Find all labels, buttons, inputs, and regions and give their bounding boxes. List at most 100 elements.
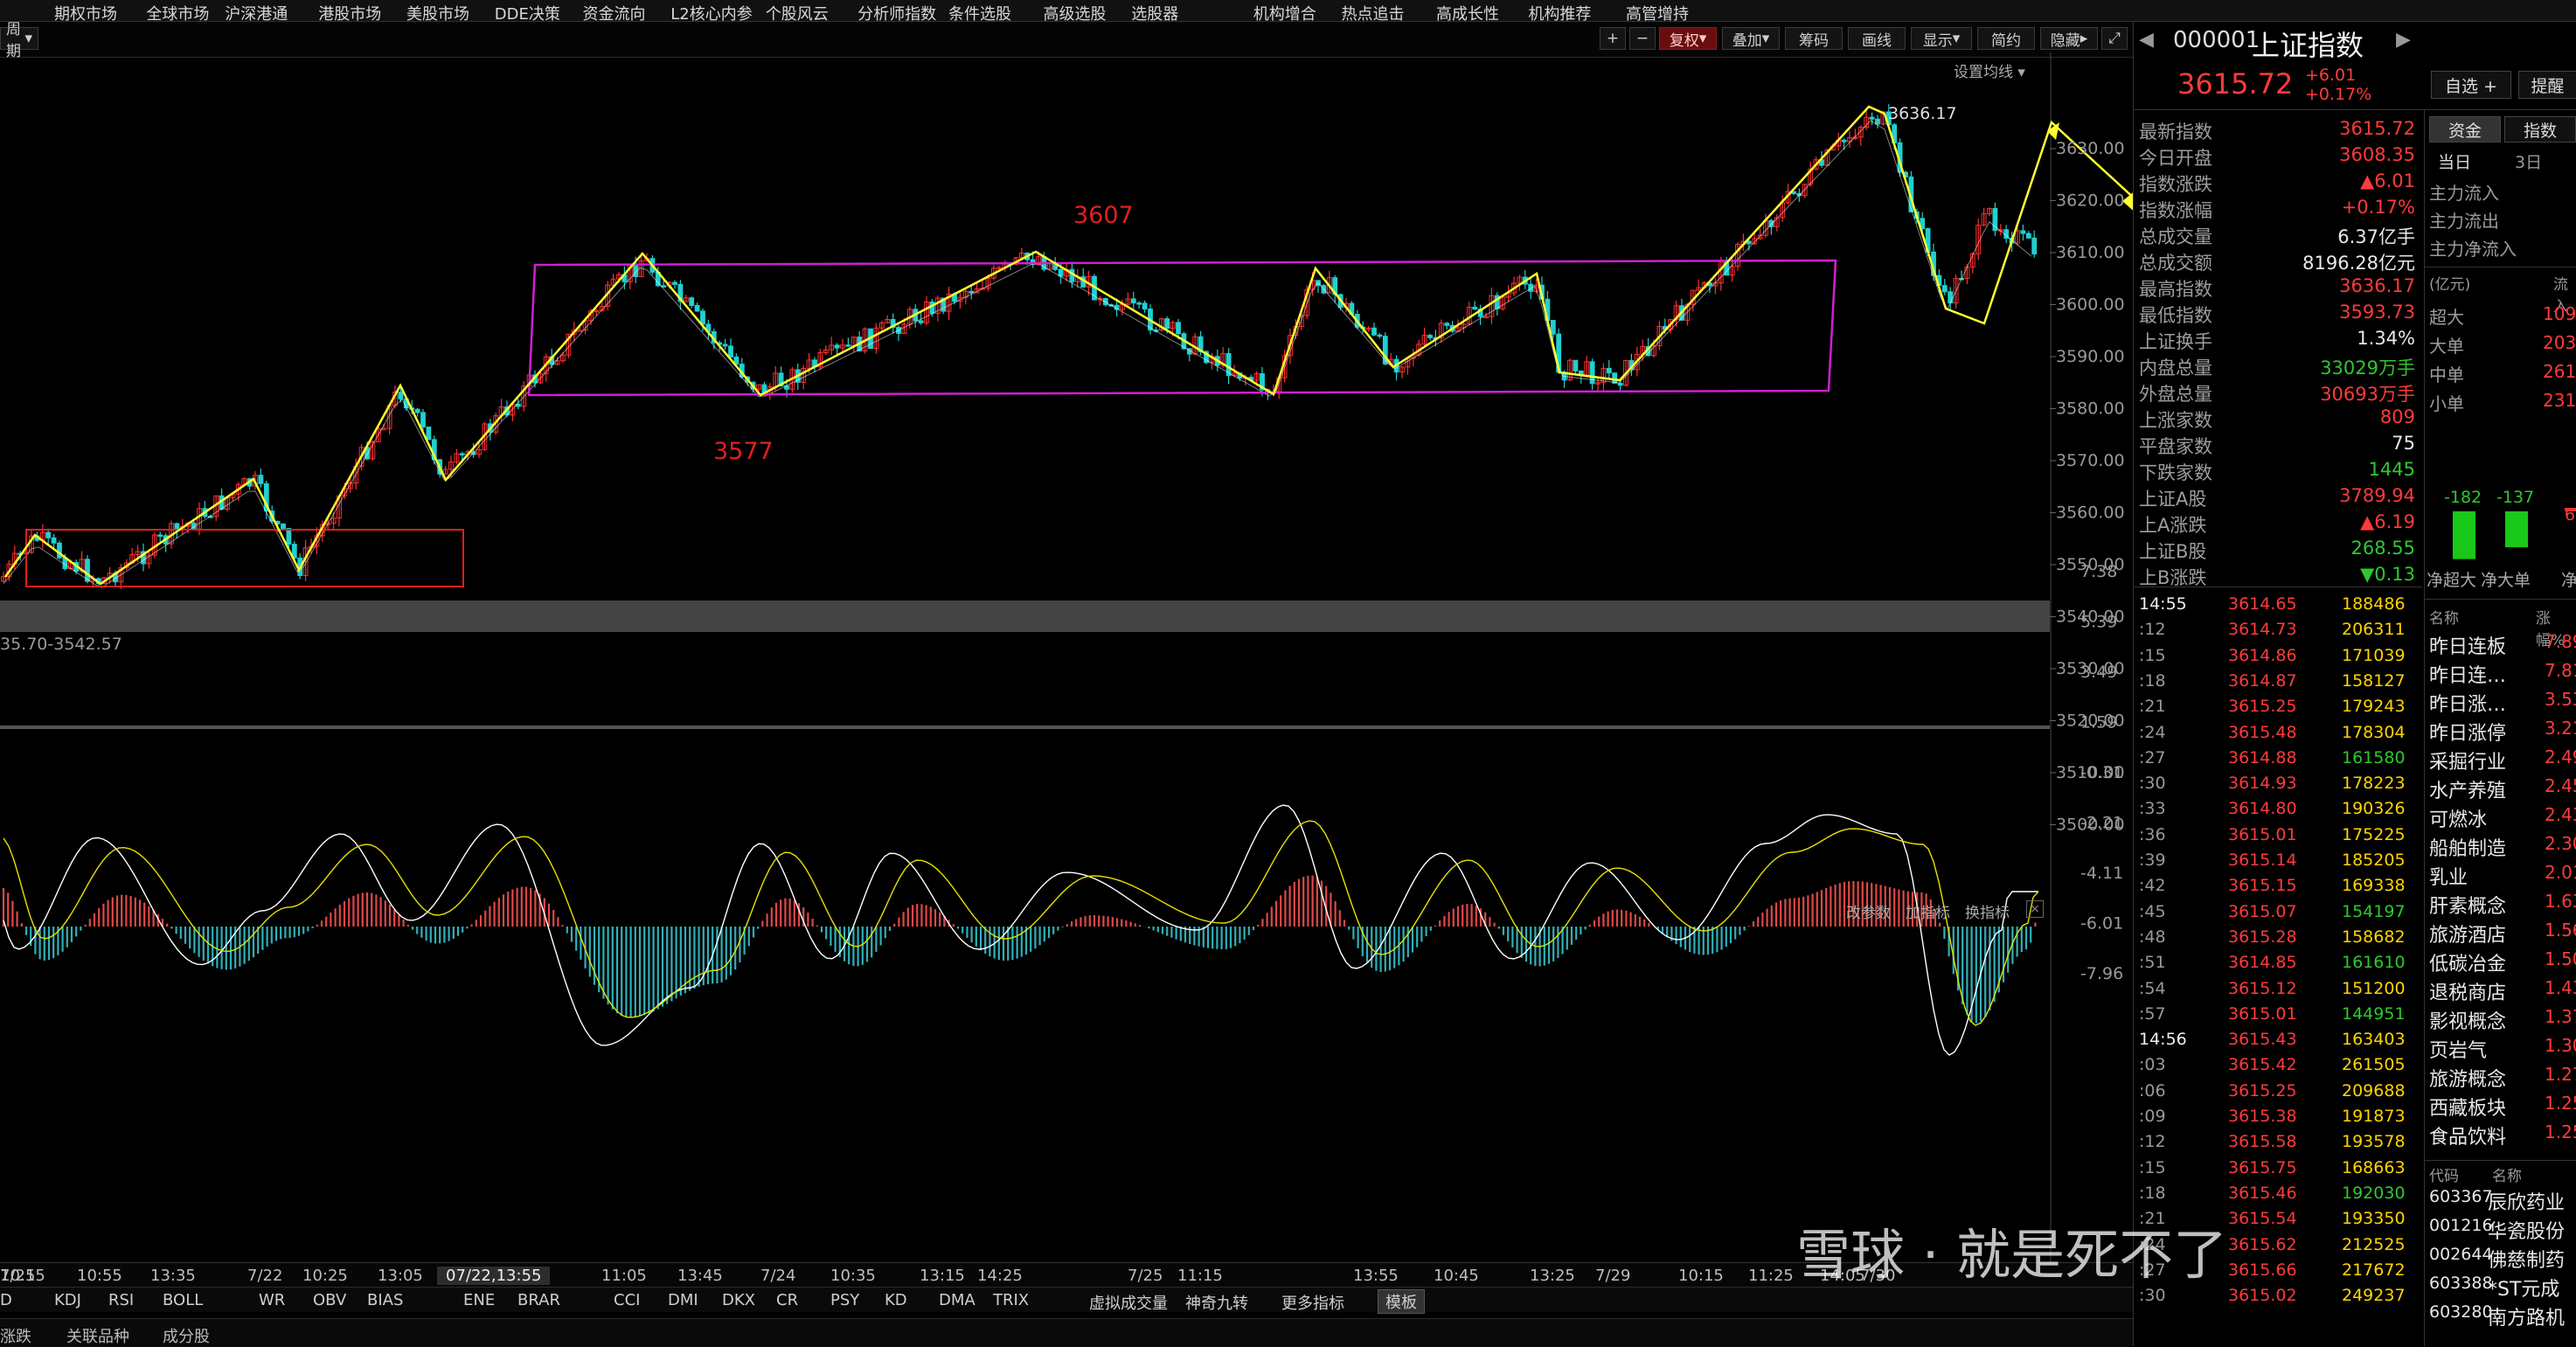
indicator-tab[interactable]: RSI bbox=[108, 1291, 134, 1309]
indicator-tab[interactable]: DMI bbox=[668, 1291, 698, 1309]
close-icon[interactable]: × bbox=[2026, 900, 2044, 918]
add-indicator-button[interactable]: 加指标 bbox=[1906, 900, 1950, 922]
tick-price: 3615.12 bbox=[2228, 978, 2297, 998]
kline-chart[interactable]: 3636.17 3607 3577 35.70-3542.57 3630.00 3… bbox=[0, 52, 2133, 1262]
switch-indicator-button[interactable]: 换指标 bbox=[1965, 900, 2010, 922]
indicator-tab[interactable]: CCI bbox=[614, 1291, 640, 1309]
tick-time: :45 bbox=[2139, 901, 2166, 921]
candlestick-series bbox=[1, 104, 2038, 590]
indicator-tab[interactable]: BIAS bbox=[367, 1291, 403, 1309]
add-watchlist-button[interactable]: 自选 + bbox=[2431, 71, 2511, 99]
indicator-tab[interactable]: KD bbox=[885, 1291, 907, 1309]
next-stock-icon[interactable]: ▶ bbox=[2396, 29, 2411, 51]
stock-name-cell[interactable]: 华瓷股份 bbox=[2488, 1216, 2565, 1244]
order-size-value: 203 bbox=[2543, 332, 2576, 353]
sector-name[interactable]: 页岩气 bbox=[2429, 1035, 2487, 1063]
tab-3day[interactable]: 3日 bbox=[2515, 149, 2542, 173]
sector-name[interactable]: 昨日连… bbox=[2429, 660, 2506, 688]
stock-name-cell[interactable]: *ST元成 bbox=[2488, 1274, 2559, 1302]
indicator-tab[interactable]: D bbox=[0, 1291, 12, 1309]
stock-header-code: 代码 bbox=[2429, 1168, 2459, 1185]
sector-pct: 1.50 bbox=[2545, 948, 2576, 969]
indicator-tab[interactable]: 神奇九转 bbox=[1185, 1291, 1248, 1314]
tab-funds[interactable]: 资金 bbox=[2429, 116, 2501, 142]
sector-name[interactable]: 可燃冰 bbox=[2429, 804, 2487, 832]
date-axis-label: 10:25 bbox=[302, 1267, 348, 1285]
hide-button[interactable]: 隐藏 ▸ bbox=[2040, 27, 2098, 50]
stock-code-cell[interactable]: 002644 bbox=[2429, 1245, 2493, 1264]
display-button[interactable]: 显示 ▾ bbox=[1911, 27, 1972, 50]
tick-price: 3614.86 bbox=[2228, 645, 2297, 665]
simple-button[interactable]: 简约 bbox=[1977, 27, 2035, 50]
macd-axis-label: -2.21 bbox=[2080, 814, 2123, 833]
prev-stock-icon[interactable]: ◀ bbox=[2139, 29, 2154, 51]
quote-field-value: 3608.35 bbox=[2339, 144, 2415, 165]
quote-field-label: 内盘总量 bbox=[2139, 358, 2212, 378]
stock-name-cell[interactable]: 佛慈制药 bbox=[2488, 1245, 2565, 1273]
tab-index[interactable]: 指数 bbox=[2504, 116, 2576, 142]
indicator-tab[interactable]: 模板 bbox=[1378, 1289, 1425, 1314]
indicator-tab[interactable]: DKX bbox=[722, 1291, 755, 1309]
stock-code-cell[interactable]: 603280 bbox=[2429, 1302, 2493, 1322]
sector-name[interactable]: 乳业 bbox=[2429, 862, 2468, 890]
sector-name[interactable]: 船舶制造 bbox=[2429, 833, 2506, 861]
date-axis-label: 11:05 bbox=[601, 1267, 647, 1285]
sector-name[interactable]: 昨日涨… bbox=[2429, 689, 2506, 717]
tick-time: :51 bbox=[2139, 953, 2166, 973]
bottom-tab[interactable]: 关联品种 bbox=[66, 1324, 129, 1347]
chips-button[interactable]: 筹码 bbox=[1785, 27, 1843, 50]
sector-name[interactable]: 昨日连板 bbox=[2429, 631, 2506, 659]
date-axis-label: 13:05 bbox=[378, 1267, 423, 1285]
sector-name[interactable]: 水产养殖 bbox=[2429, 775, 2506, 803]
indicator-tab[interactable]: BRAR bbox=[517, 1291, 560, 1309]
indicator-tab[interactable]: PSY bbox=[830, 1291, 859, 1309]
tick-volume: 168663 bbox=[2342, 1157, 2406, 1177]
draw-line-button[interactable]: 画线 bbox=[1848, 27, 1906, 50]
tab-today[interactable]: 当日 bbox=[2438, 149, 2471, 173]
bottom-tab[interactable]: 成分股 bbox=[163, 1324, 210, 1347]
box-high-label: 3607 bbox=[1073, 202, 1134, 229]
fullscreen-icon[interactable]: ⤢ bbox=[2101, 27, 2128, 50]
bottom-tab[interactable]: 涨跌 bbox=[0, 1324, 31, 1347]
overlay-button[interactable]: 叠加 ▾ bbox=[1722, 27, 1780, 50]
fuquan-button[interactable]: 复权 ▾ bbox=[1659, 27, 1717, 50]
quote-field-value: 6.37亿手 bbox=[2337, 226, 2415, 247]
sector-name[interactable]: 影视概念 bbox=[2429, 1006, 2506, 1034]
sector-name[interactable]: 低碳冶金 bbox=[2429, 948, 2506, 976]
alert-button[interactable]: 提醒 bbox=[2518, 71, 2576, 99]
sector-name[interactable]: 肝素概念 bbox=[2429, 891, 2506, 919]
indicator-tab[interactable]: DMA bbox=[939, 1291, 976, 1309]
quote-field-label: 上证B股 bbox=[2139, 541, 2207, 562]
sector-name[interactable]: 旅游酒店 bbox=[2429, 920, 2506, 948]
stock-name-cell[interactable]: 辰欣药业 bbox=[2488, 1187, 2565, 1215]
stock-code-cell[interactable]: 603388 bbox=[2429, 1274, 2493, 1293]
sector-name[interactable]: 采掘行业 bbox=[2429, 746, 2506, 774]
indicator-tab[interactable]: 虚拟成交量 bbox=[1089, 1291, 1168, 1314]
indicator-tab[interactable]: ENE bbox=[463, 1291, 495, 1309]
date-axis-label: 7/25 bbox=[1128, 1267, 1163, 1285]
watermark-text: 雪球 · 就是死不了 bbox=[1796, 1223, 2228, 1287]
indicator-tab[interactable]: WR bbox=[259, 1291, 285, 1309]
zoom-in-button[interactable]: + bbox=[1600, 27, 1626, 50]
zoom-out-button[interactable]: − bbox=[1629, 27, 1656, 50]
indicator-tab[interactable]: 更多指标 bbox=[1281, 1291, 1344, 1314]
sector-name[interactable]: 退税商店 bbox=[2429, 977, 2506, 1005]
sector-name[interactable]: 西藏板块 bbox=[2429, 1093, 2506, 1121]
price-change: +6.01 bbox=[2305, 66, 2357, 85]
sector-name[interactable]: 昨日涨停 bbox=[2429, 718, 2506, 746]
stock-name-cell[interactable]: 南方路机 bbox=[2488, 1302, 2565, 1330]
sector-name[interactable]: 旅游概念 bbox=[2429, 1064, 2506, 1092]
indicator-tab[interactable]: OBV bbox=[313, 1291, 346, 1309]
sector-name[interactable]: 食品饮料 bbox=[2429, 1121, 2506, 1149]
date-axis-label: 10:15 bbox=[1678, 1267, 1724, 1285]
tick-price: 3615.43 bbox=[2228, 1030, 2297, 1050]
indicator-tab[interactable]: TRIX bbox=[993, 1291, 1029, 1309]
indicator-tab[interactable]: CR bbox=[776, 1291, 798, 1309]
indicator-tab[interactable]: KDJ bbox=[54, 1291, 81, 1309]
stock-code-cell[interactable]: 603367 bbox=[2429, 1187, 2493, 1206]
indicator-tab[interactable]: BOLL bbox=[163, 1291, 203, 1309]
tick-time: :21 bbox=[2139, 697, 2166, 717]
period-selector[interactable]: 周期 ▾ bbox=[0, 21, 38, 60]
stock-code-cell[interactable]: 001216 bbox=[2429, 1216, 2493, 1235]
change-params-button[interactable]: 改参数 bbox=[1846, 900, 1891, 922]
